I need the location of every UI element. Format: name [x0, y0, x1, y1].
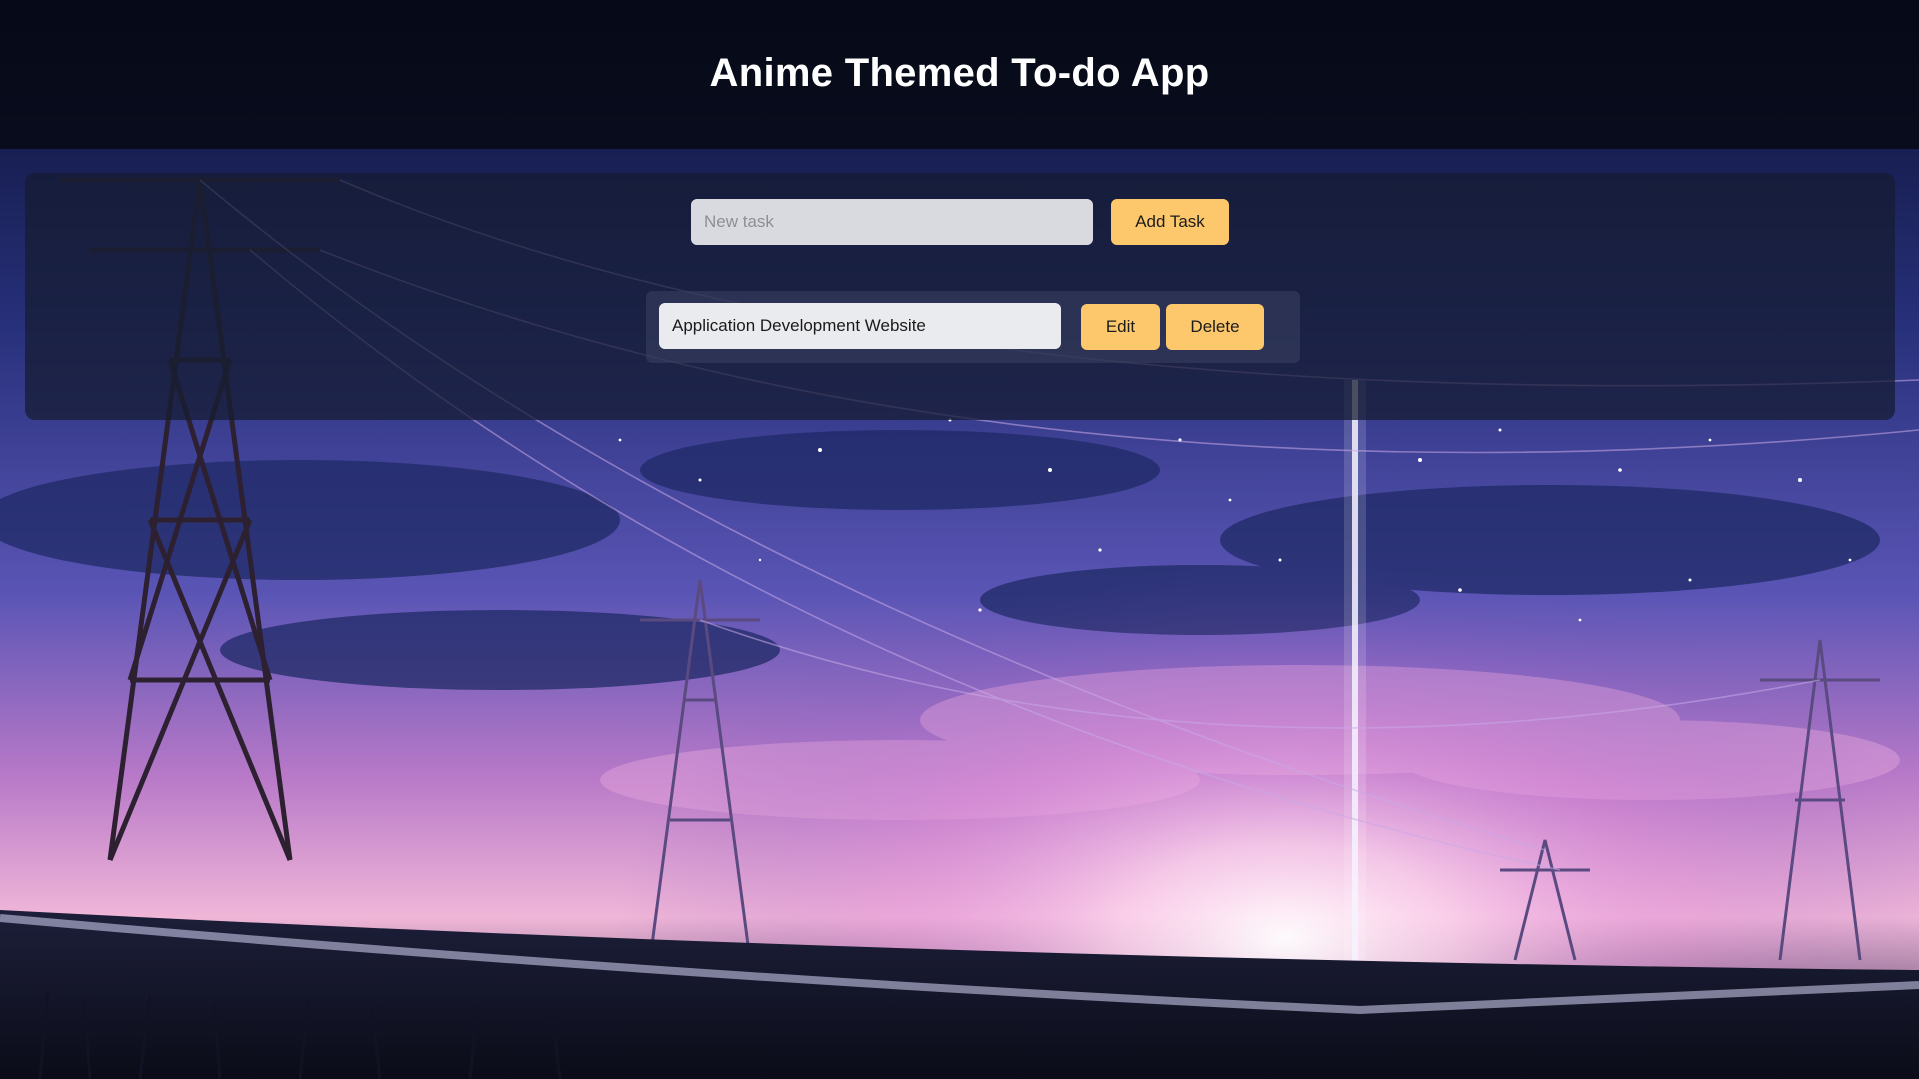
add-task-button[interactable]: Add Task: [1111, 199, 1229, 245]
new-task-row: Add Task: [25, 199, 1895, 247]
edit-task-button[interactable]: Edit: [1081, 304, 1160, 350]
task-item: Application Development Website Edit Del…: [646, 291, 1300, 363]
app-header: Anime Themed To-do App: [0, 0, 1919, 149]
new-task-input[interactable]: [691, 199, 1093, 245]
task-text: Application Development Website: [659, 303, 1061, 349]
todo-panel: Add Task Application Development Website…: [25, 173, 1895, 420]
background-scene: [0, 0, 1919, 1079]
page-title: Anime Themed To-do App: [709, 51, 1210, 95]
task-list: Application Development Website Edit Del…: [646, 291, 1300, 367]
delete-task-button[interactable]: Delete: [1166, 304, 1264, 350]
